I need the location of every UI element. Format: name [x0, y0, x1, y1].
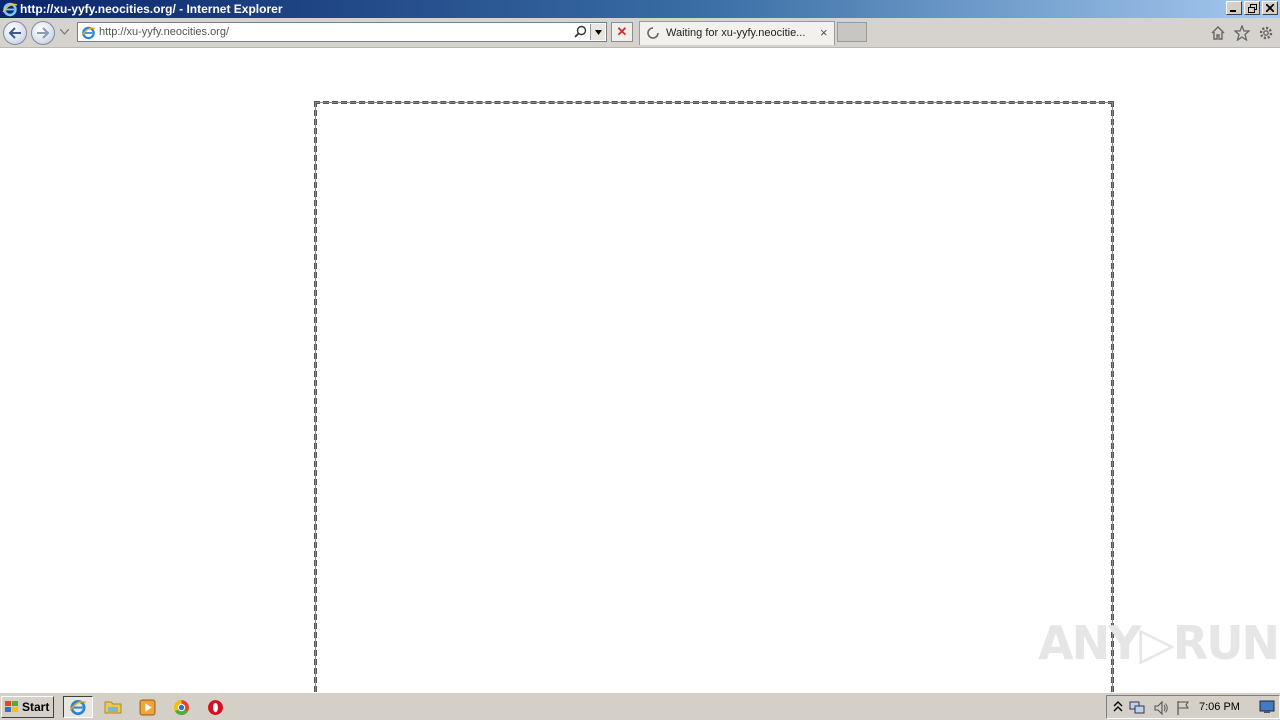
close-icon	[1266, 4, 1274, 12]
tab-label: Waiting for xu-yyfy.neocitie...	[666, 27, 806, 39]
restore-button[interactable]	[1244, 1, 1260, 15]
ie-logo-icon	[2, 2, 18, 17]
folder-icon	[104, 701, 122, 714]
tab-active[interactable]: Waiting for xu-yyfy.neocitie... ×	[639, 21, 835, 45]
history-dropdown-icon[interactable]	[60, 29, 69, 35]
page-frame-placeholder	[314, 101, 1114, 692]
taskbar-media-player[interactable]	[132, 696, 162, 718]
search-icon[interactable]	[574, 25, 587, 38]
page-viewport[interactable]: ANY▷RUN	[0, 48, 1280, 692]
back-button[interactable]	[3, 21, 27, 45]
taskbar-chrome[interactable]	[166, 696, 196, 718]
page-ie-icon	[81, 26, 96, 40]
opera-icon	[207, 699, 223, 715]
chevron-down-icon	[594, 29, 602, 35]
media-player-icon	[139, 699, 155, 715]
gear-icon[interactable]	[1258, 25, 1274, 41]
stop-button[interactable]: ✕	[611, 22, 633, 42]
forward-button[interactable]	[31, 21, 55, 45]
show-hidden-icons-icon[interactable]	[1113, 700, 1123, 714]
taskbar-ie[interactable]	[63, 696, 93, 718]
taskbar: Start 7:06 PM	[0, 692, 1280, 720]
taskbar-explorer[interactable]	[98, 696, 128, 718]
show-desktop-icon[interactable]	[1259, 700, 1275, 714]
ie-icon	[69, 700, 87, 716]
minimize-button[interactable]	[1226, 1, 1242, 15]
browser-toolbar: ✕ Waiting for xu-yyfy.neocitie... ×	[0, 18, 1280, 48]
anyrun-watermark: ANY▷RUN	[1038, 616, 1280, 670]
loading-spinner-icon	[647, 27, 659, 39]
system-tray: 7:06 PM	[1106, 695, 1280, 719]
new-tab-button[interactable]	[837, 22, 867, 42]
start-button[interactable]: Start	[1, 696, 54, 718]
forward-arrow-icon	[37, 27, 50, 39]
close-button[interactable]	[1262, 1, 1278, 15]
window-title: http://xu-yyfy.neocities.org/ - Internet…	[20, 2, 283, 16]
stop-icon: ✕	[616, 24, 628, 39]
address-bar[interactable]	[77, 22, 607, 42]
minimize-icon	[1230, 10, 1236, 12]
windows-logo-icon	[5, 701, 18, 712]
favorites-star-icon[interactable]	[1234, 25, 1250, 41]
toolbar-right-icons	[1210, 25, 1274, 41]
clock[interactable]: 7:06 PM	[1199, 701, 1240, 713]
address-dropdown-button[interactable]	[590, 24, 605, 40]
window-titlebar[interactable]: http://xu-yyfy.neocities.org/ - Internet…	[0, 0, 1280, 18]
home-icon[interactable]	[1210, 25, 1226, 41]
volume-icon[interactable]	[1153, 700, 1169, 716]
back-arrow-icon	[8, 27, 21, 39]
restore-icon	[1247, 3, 1257, 13]
network-icon[interactable]	[1129, 700, 1145, 716]
tab-close-button[interactable]: ×	[820, 26, 828, 40]
action-center-flag-icon[interactable]	[1175, 700, 1191, 716]
chrome-icon	[173, 699, 189, 715]
taskbar-opera[interactable]	[200, 696, 230, 718]
address-input[interactable]	[99, 23, 569, 41]
start-label: Start	[22, 700, 50, 714]
window-controls	[1226, 1, 1278, 15]
